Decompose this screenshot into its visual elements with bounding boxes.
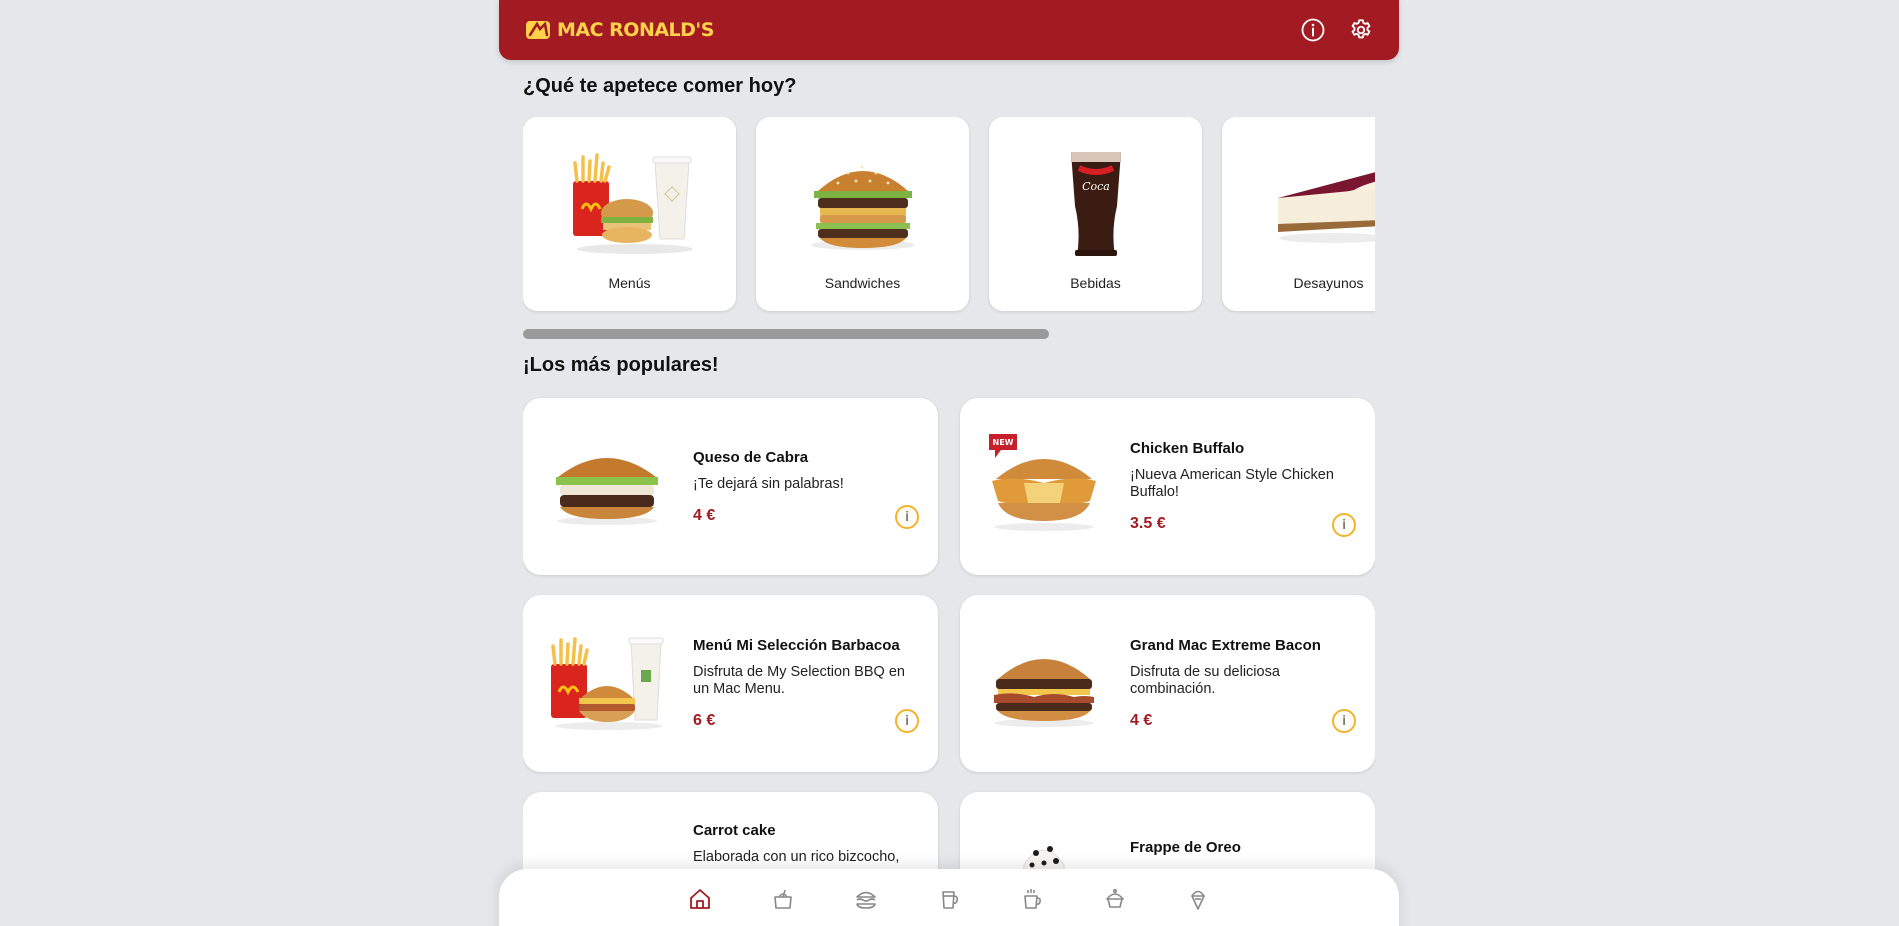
product-image — [984, 434, 1104, 539]
nav-kids-meal[interactable] — [771, 887, 795, 911]
home-icon — [690, 889, 710, 909]
product-info: Queso de Cabra ¡Te dejará sin palabras! … — [693, 398, 913, 575]
product-name: Frappe de Oreo — [1130, 839, 1241, 856]
nav-drinks[interactable] — [937, 887, 961, 911]
category-label: Menús — [608, 275, 651, 291]
product-info: Chicken Buffalo ¡Nueva American Style Ch… — [1130, 398, 1350, 575]
categories-title: ¿Qué te apetece comer hoy? — [523, 75, 797, 97]
carousel-scrollbar[interactable] — [523, 329, 1375, 339]
brand-name: MAC RONALD'S — [557, 19, 714, 41]
cola-glass-image: Coca — [1021, 143, 1171, 263]
popular-products-grid: Queso de Cabra ¡Te dejará sin palabras! … — [523, 398, 1375, 926]
product-description: ¡Nueva American Style Chicken Buffalo! — [1130, 467, 1334, 500]
category-label: Desayunos — [1293, 275, 1364, 291]
product-card[interactable]: Menú Mi Selección Barbacoa Disfruta de M… — [523, 595, 938, 772]
popular-title: ¡Los más populares! — [523, 354, 719, 376]
top-header: MAC RONALD'S — [499, 0, 1399, 60]
category-label: Bebidas — [1070, 275, 1121, 291]
product-description: Elaborada con un rico bizcocho, — [693, 849, 900, 865]
product-info: Menú Mi Selección Barbacoa Disfruta de M… — [693, 595, 913, 772]
kids-meal-icon — [774, 889, 792, 909]
svg-text:Coca: Coca — [1082, 180, 1110, 193]
info-button[interactable] — [1299, 16, 1327, 44]
product-image — [984, 631, 1104, 736]
product-price: 4 € — [1130, 712, 1153, 729]
cheesecake-image — [1254, 143, 1375, 263]
drink-icon — [942, 891, 958, 909]
nav-burgers[interactable] — [854, 887, 878, 911]
product-info-button[interactable]: i — [1332, 709, 1356, 733]
product-image — [547, 631, 667, 736]
menu-combo-image — [555, 143, 705, 263]
nav-coffee[interactable] — [1020, 887, 1044, 911]
product-name: Queso de Cabra — [693, 448, 809, 466]
gear-icon — [1351, 19, 1371, 39]
product-price: 4 € — [693, 506, 716, 524]
info-icon — [1301, 18, 1325, 42]
product-description: ¡Te dejará sin palabras! — [693, 475, 844, 492]
category-label: Sandwiches — [824, 275, 901, 291]
coffee-icon — [1024, 889, 1041, 909]
burger-icon — [856, 891, 876, 909]
product-image — [547, 434, 667, 539]
dessert-icon — [1106, 888, 1124, 908]
nav-home[interactable] — [688, 887, 712, 911]
product-info-button[interactable]: i — [1332, 513, 1356, 537]
product-name: Chicken Buffalo — [1130, 440, 1245, 457]
ice-cream-icon — [1191, 890, 1205, 910]
product-info: Grand Mac Extreme Bacon Disfruta de su d… — [1130, 595, 1350, 772]
product-card[interactable]: Queso de Cabra ¡Te dejará sin palabras! … — [523, 398, 938, 575]
brand-logo-icon — [526, 21, 550, 39]
product-card[interactable]: Grand Mac Extreme Bacon Disfruta de su d… — [960, 595, 1375, 772]
main-content[interactable]: ¿Qué te apetece comer hoy? Menús Sandwic… — [523, 60, 1375, 926]
category-card-menus[interactable]: Menús — [523, 117, 736, 311]
category-card-desayunos[interactable]: Desayunos — [1222, 117, 1375, 311]
product-info-button[interactable]: i — [895, 505, 919, 529]
product-card[interactable]: NEW Chicken Buffalo ¡Nueva American Styl… — [960, 398, 1375, 575]
brand[interactable]: MAC RONALD'S — [523, 15, 714, 45]
product-price: 6 € — [693, 712, 716, 729]
burger-image — [788, 143, 938, 263]
bottom-navigation — [499, 869, 1399, 926]
product-name: Menú Mi Selección Barbacoa — [693, 637, 900, 654]
product-description: Disfruta de My Selection BBQ en un Mac M… — [693, 664, 905, 697]
app-shell: MAC RONALD'S ¿Qué te apetece comer hoy? — [499, 0, 1399, 926]
product-price: 3.5 € — [1130, 515, 1166, 532]
product-name: Carrot cake — [693, 822, 776, 839]
product-info-button[interactable]: i — [895, 709, 919, 733]
nav-ice-cream[interactable] — [1186, 887, 1210, 911]
carousel-scrollbar-thumb[interactable] — [523, 329, 1049, 339]
category-card-bebidas[interactable]: Coca Bebidas — [989, 117, 1202, 311]
category-card-sandwiches[interactable]: Sandwiches — [756, 117, 969, 311]
categories-carousel[interactable]: Menús Sandwiches Coca Bebidas Desayunos — [523, 117, 1375, 317]
settings-button[interactable] — [1347, 16, 1375, 44]
nav-desserts[interactable] — [1103, 887, 1127, 911]
product-name: Grand Mac Extreme Bacon — [1130, 637, 1321, 654]
product-description: Disfruta de su deliciosa combinación. — [1130, 664, 1280, 697]
